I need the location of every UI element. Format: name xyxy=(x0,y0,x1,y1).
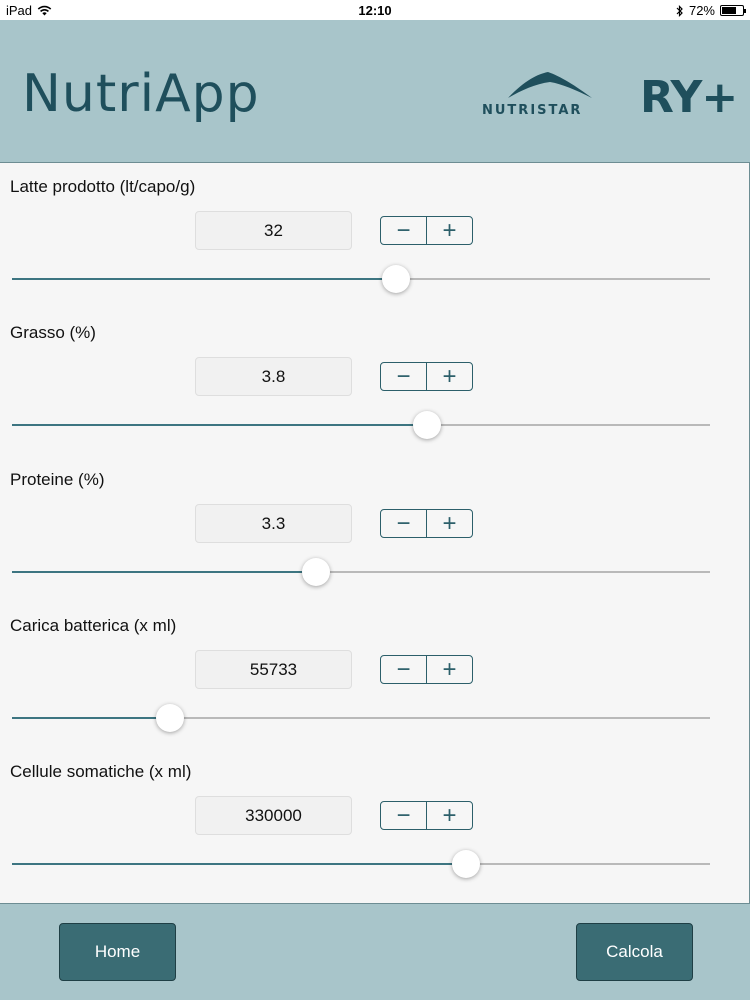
slider-track-fill xyxy=(12,278,396,280)
battery-icon xyxy=(720,5,746,16)
slider-track-fill xyxy=(12,424,428,426)
field-latte-prodotto: Latte prodotto (lt/capo/g) 32 − + xyxy=(0,163,750,309)
field-label: Carica batterica (x ml) xyxy=(10,616,177,635)
increment-button[interactable]: + xyxy=(426,802,472,829)
slider-thumb[interactable] xyxy=(451,850,480,878)
value-slider[interactable] xyxy=(12,704,710,732)
field-label: Latte prodotto (lt/capo/g) xyxy=(10,177,196,196)
slider-thumb[interactable] xyxy=(413,411,442,439)
field-label: Proteine (%) xyxy=(10,470,105,489)
stepper: − + xyxy=(380,655,473,684)
ry-plus-logo: RY+ xyxy=(640,72,738,123)
increment-button[interactable]: + xyxy=(426,217,472,244)
slider-thumb[interactable] xyxy=(302,558,331,586)
footer-bar: Home Calcola xyxy=(0,904,750,1000)
slider-thumb[interactable] xyxy=(156,704,185,732)
decrement-button[interactable]: − xyxy=(381,656,426,683)
input-panel: Latte prodotto (lt/capo/g) 32 − + Grasso… xyxy=(0,162,750,904)
battery-percent: 72% xyxy=(688,3,715,18)
app-header: NutriApp NUTRISTAR RY+ xyxy=(0,20,750,162)
field-carica-batterica: Carica batterica (x ml) 55733 − + xyxy=(0,602,750,748)
battery-fill xyxy=(722,7,737,14)
field-cellule-somatiche: Cellule somatiche (x ml) 330000 − + xyxy=(0,748,750,894)
stepper: − + xyxy=(380,801,473,830)
value-slider[interactable] xyxy=(12,411,710,439)
increment-button[interactable]: + xyxy=(426,363,472,390)
decrement-button[interactable]: − xyxy=(381,363,426,390)
bluetooth-icon xyxy=(676,4,683,17)
decrement-button[interactable]: − xyxy=(381,217,426,244)
value-input[interactable]: 3.8 xyxy=(195,357,352,396)
nutristar-logo-text: NUTRISTAR xyxy=(482,103,583,118)
value-slider[interactable] xyxy=(12,558,710,586)
slider-track-fill xyxy=(12,571,317,573)
value-input[interactable]: 32 xyxy=(195,211,352,250)
field-label: Cellule somatiche (x ml) xyxy=(10,762,192,781)
field-proteine: Proteine (%) 3.3 − + xyxy=(0,456,750,602)
status-bar: iPad 12:10 72% xyxy=(0,0,750,20)
decrement-button[interactable]: − xyxy=(381,802,426,829)
value-input[interactable]: 3.3 xyxy=(195,504,352,543)
status-time: 12:10 xyxy=(358,3,392,18)
stepper: − + xyxy=(380,362,473,391)
stepper: − + xyxy=(380,509,473,538)
home-button[interactable]: Home xyxy=(59,923,176,981)
value-slider[interactable] xyxy=(12,265,710,293)
value-input[interactable]: 55733 xyxy=(195,650,352,689)
stepper: − + xyxy=(380,216,473,245)
value-input[interactable]: 330000 xyxy=(195,796,352,835)
slider-track-fill xyxy=(12,717,171,719)
decrement-button[interactable]: − xyxy=(381,510,426,537)
slider-track-fill xyxy=(12,863,466,865)
calcola-button[interactable]: Calcola xyxy=(576,923,693,981)
app-logo: NutriApp xyxy=(22,64,260,124)
increment-button[interactable]: + xyxy=(426,510,472,537)
slider-thumb[interactable] xyxy=(381,265,410,293)
increment-button[interactable]: + xyxy=(426,656,472,683)
value-slider[interactable] xyxy=(12,850,710,878)
field-grasso: Grasso (%) 3.8 − + xyxy=(0,309,750,455)
field-label: Grasso (%) xyxy=(10,323,96,342)
